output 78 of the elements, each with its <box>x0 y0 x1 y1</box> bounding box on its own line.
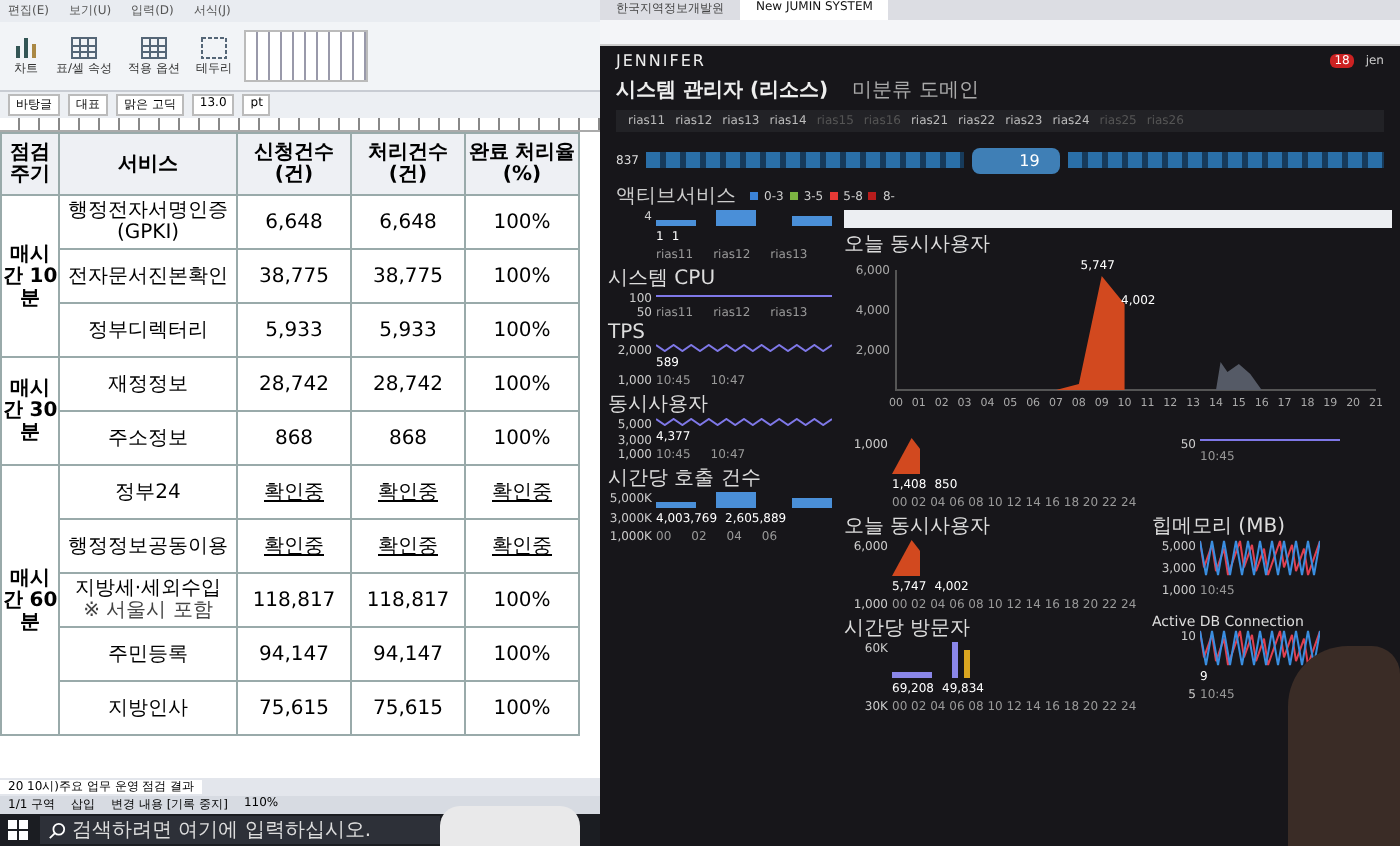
search-icon <box>48 821 66 839</box>
table-cell: 100% <box>465 573 579 627</box>
table-cell: 100% <box>465 627 579 681</box>
border-icon <box>199 35 228 59</box>
table-icon <box>139 35 168 59</box>
column-header: 신청건수(건) <box>237 133 351 195</box>
table-cell: 38,775 <box>351 249 465 303</box>
active-count-gauge: 19 <box>971 147 1060 173</box>
microphone-drawing <box>440 806 580 846</box>
legend-title: 액티브서비스 <box>616 184 736 210</box>
period-cell: 매시간 10분 <box>1 195 59 357</box>
table-cell: 100% <box>465 357 579 411</box>
panel-title: 시스템 CPU <box>608 266 718 292</box>
table-cell: 75,615 <box>237 681 351 735</box>
column-header: 처리건수(건) <box>351 133 465 195</box>
panel-title: 힙메모리 (MB) <box>1152 514 1287 540</box>
table-style-gallery[interactable] <box>243 30 368 82</box>
line-chart-drawing <box>1200 438 1340 442</box>
table-cell: 75,615 <box>351 681 465 735</box>
column-header: 서비스 <box>59 133 237 195</box>
domain-dropdown[interactable]: 미분류 도메인 <box>852 76 979 104</box>
period-cell: 매시간 30분 <box>1 357 59 465</box>
service-cell: 정부24 <box>59 465 237 519</box>
address-bar[interactable] <box>600 20 1400 46</box>
table-cell: 868 <box>237 411 351 465</box>
area-chart-drawing <box>892 540 920 576</box>
table-cell: 100% <box>465 249 579 303</box>
table-cell: 확인중 <box>237 519 351 573</box>
logo: JENNIFER <box>616 52 706 70</box>
area-chart-drawing <box>892 438 920 474</box>
table-icon <box>69 35 98 59</box>
chart-title: 오늘 동시사용자 <box>844 232 993 258</box>
table-cell: 118,817 <box>351 573 465 627</box>
service-cell: 지방세·세외수입 ※ 서울시 포함 <box>59 573 237 627</box>
table-cell: 6,648 <box>237 195 351 249</box>
table-cell: 6,648 <box>351 195 465 249</box>
yesterday-area <box>1216 362 1262 390</box>
column-header: 점검 주기 <box>1 133 59 195</box>
table-cell: 확인중 <box>237 465 351 519</box>
service-cell: 정부디렉터리 <box>59 303 237 357</box>
table-cell: 확인중 <box>465 519 579 573</box>
panel-title: TPS <box>608 322 647 344</box>
line-chart-drawing <box>1200 630 1320 666</box>
period-cell: 매시간 60분 <box>1 465 59 735</box>
table-cell: 5,933 <box>237 303 351 357</box>
table-cell: 28,742 <box>351 357 465 411</box>
table-cell: 확인중 <box>465 465 579 519</box>
taskbar-search-field[interactable]: 검색하려면 여기에 입력하십시오. <box>40 816 440 844</box>
service-cell: 지방인사 <box>59 681 237 735</box>
page-title: 시스템 관리자 (리소스) <box>616 78 829 104</box>
service-cell: 재정정보 <box>59 357 237 411</box>
column-header: 완료 처리율(%) <box>465 133 579 195</box>
table-cell: 확인중 <box>351 465 465 519</box>
table-cell: 100% <box>465 195 579 249</box>
table-cell: 38,775 <box>237 249 351 303</box>
bar-chart-drawing <box>892 642 972 678</box>
table-cell: 100% <box>465 681 579 735</box>
service-cell: 주소정보 <box>59 411 237 465</box>
panel-title: 동시사용자 <box>608 392 710 418</box>
service-cell: 행정정보공동이용 <box>59 519 237 573</box>
table-cell: 868 <box>351 411 465 465</box>
panel-title: 시간당 호출 건수 <box>608 466 763 492</box>
bar-chart-icon <box>12 35 40 59</box>
table-cell: 94,147 <box>351 627 465 681</box>
service-cell: 전자문서진본확인 <box>59 249 237 303</box>
line-chart-drawing <box>1200 540 1320 576</box>
windows-icon[interactable] <box>8 820 28 840</box>
table-cell: 100% <box>465 303 579 357</box>
service-cell: 주민등록 <box>59 627 237 681</box>
table-cell: 94,147 <box>237 627 351 681</box>
service-cell: 행정전자서명인증 (GPKI) <box>59 195 237 249</box>
table-cell: 5,933 <box>351 303 465 357</box>
table-cell: 28,742 <box>237 357 351 411</box>
panel-title: 오늘 동시사용자 <box>844 514 993 540</box>
panel-title: 시간당 방문자 <box>844 616 973 642</box>
table-cell: 100% <box>465 411 579 465</box>
table-cell: 118,817 <box>237 573 351 627</box>
table-cell: 확인중 <box>351 519 465 573</box>
